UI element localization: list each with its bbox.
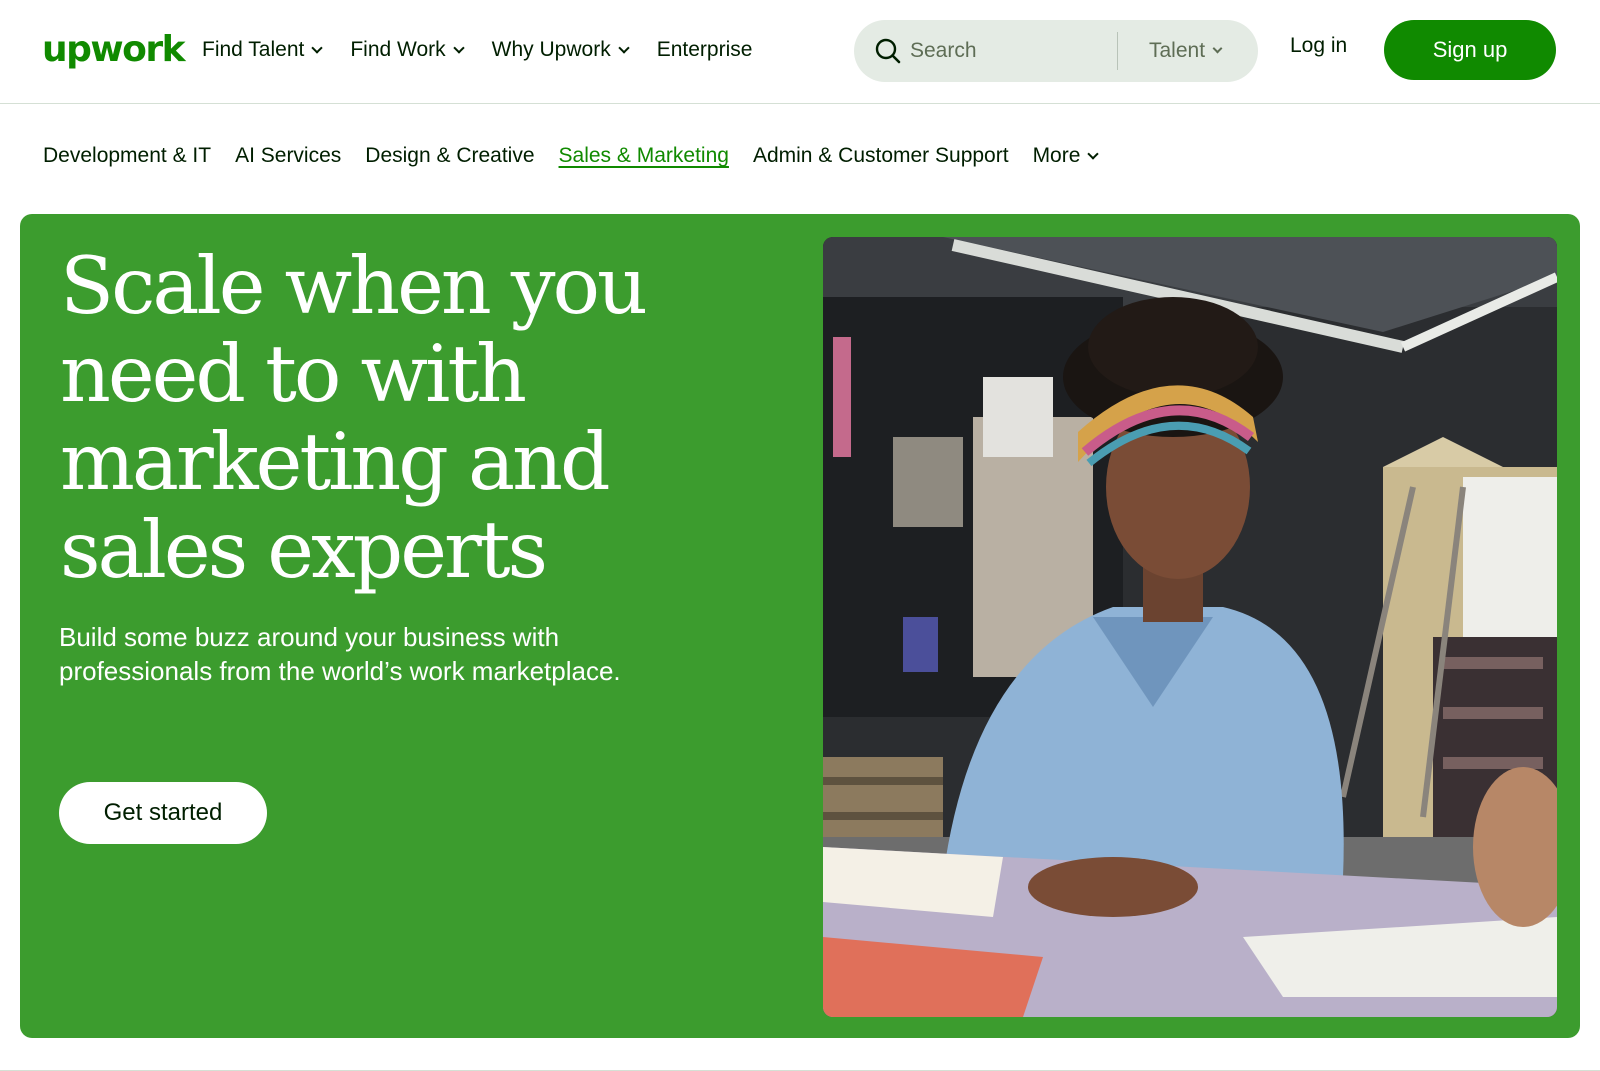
nav-why-upwork[interactable]: Why Upwork: [491, 38, 630, 62]
category-nav: Development & IT AI Services Design & Cr…: [43, 140, 1121, 172]
top-header: upwork Find Talent Find Work Why Upwork …: [0, 0, 1600, 104]
category-more[interactable]: More: [1032, 144, 1100, 168]
category-development-it[interactable]: Development & IT: [43, 144, 211, 168]
main-nav: Find Talent Find Work Why Upwork Enterpr…: [202, 34, 781, 66]
hero-subtitle: Build some buzz around your business wit…: [59, 622, 621, 686]
search-bar: Talent: [854, 20, 1258, 82]
get-started-button[interactable]: Get started: [59, 782, 267, 844]
hero-section: Scale when you need to with marketing an…: [20, 214, 1580, 1038]
search-divider: [1117, 32, 1118, 70]
search-type-dropdown[interactable]: Talent: [1149, 36, 1223, 66]
hero-image: [823, 237, 1557, 1017]
nav-find-work-label: Find Work: [350, 38, 446, 61]
hero-photo-illustration: [823, 237, 1557, 1017]
nav-enterprise[interactable]: Enterprise: [657, 38, 753, 62]
upwork-logo[interactable]: upwork: [42, 26, 186, 76]
nav-find-talent-label: Find Talent: [202, 38, 305, 61]
signup-button[interactable]: Sign up: [1384, 20, 1556, 80]
login-link[interactable]: Log in: [1290, 34, 1347, 58]
category-ai-services[interactable]: AI Services: [235, 144, 341, 168]
category-sales-marketing[interactable]: Sales & Marketing: [559, 144, 729, 168]
category-admin-support[interactable]: Admin & Customer Support: [753, 144, 1009, 168]
nav-why-upwork-label: Why Upwork: [491, 38, 611, 61]
chevron-down-icon: [311, 41, 324, 54]
category-design-creative[interactable]: Design & Creative: [365, 144, 534, 168]
chevron-down-icon: [453, 41, 465, 54]
chevron-down-icon: [618, 41, 630, 54]
search-type-label: Talent: [1149, 39, 1206, 62]
nav-find-work[interactable]: Find Work: [350, 38, 465, 62]
category-more-label: More: [1032, 144, 1081, 167]
nav-enterprise-label: Enterprise: [656, 38, 753, 61]
logo-text: upwork: [42, 29, 186, 70]
hero-title: Scale when you need to with marketing an…: [60, 240, 648, 596]
chevron-down-icon: [1212, 43, 1223, 54]
search-input[interactable]: [910, 32, 1110, 70]
search-icon[interactable]: [874, 37, 902, 65]
chevron-down-icon: [1087, 147, 1100, 160]
nav-find-talent[interactable]: Find Talent: [202, 38, 324, 62]
